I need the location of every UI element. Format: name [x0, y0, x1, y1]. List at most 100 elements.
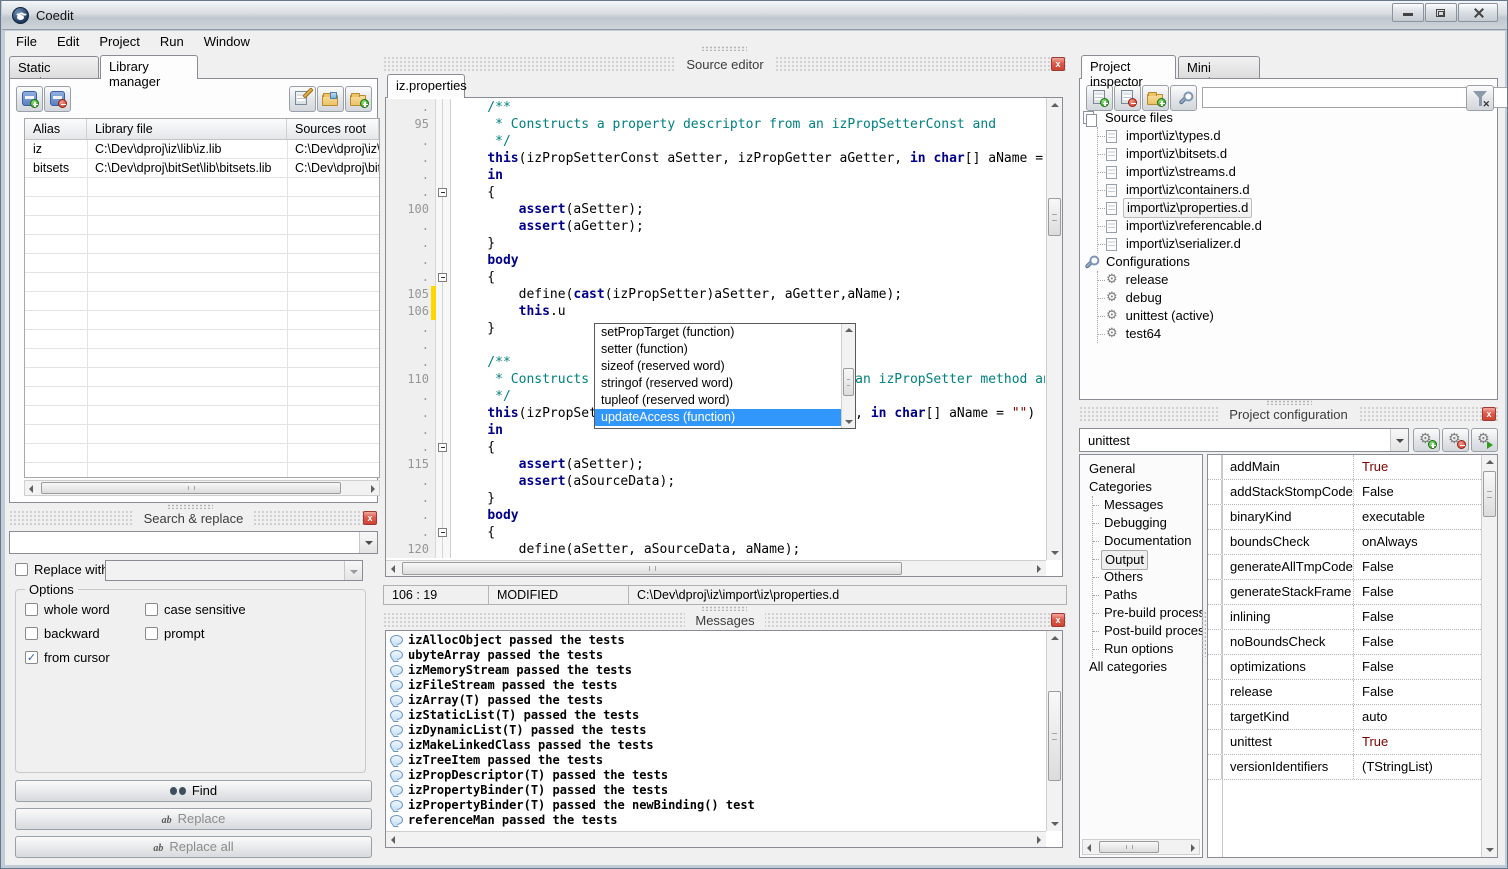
code-line[interactable]: 95 * Constructs a property descriptor fr… [386, 116, 1045, 133]
edit-library-button[interactable] [289, 86, 316, 112]
category-post-build[interactable]: Post-build process [1093, 622, 1202, 640]
code-line[interactable]: . assert(aSourceData); [386, 473, 1045, 490]
completion-item[interactable]: stringof (reserved word) [595, 375, 842, 392]
code-line[interactable]: . body [386, 507, 1045, 524]
tab-mini-explorer[interactable]: Mini explorer [1178, 56, 1260, 79]
list-item[interactable]: izPropDescriptor(T) passed the tests [386, 768, 1045, 783]
completion-item[interactable]: setter (function) [595, 341, 842, 358]
code-line[interactable]: . } [386, 235, 1045, 252]
category-others[interactable]: Others [1093, 568, 1202, 586]
messages-panel-close-button[interactable]: x [1051, 613, 1065, 627]
grid-row[interactable]: optimizationsFalse [1208, 655, 1481, 680]
category-run-options[interactable]: Run options [1093, 640, 1202, 658]
code-line[interactable]: . this(izPropSetterConst aSetter, izProp… [386, 150, 1045, 167]
menu-file[interactable]: File [7, 32, 46, 51]
editor-panel-grip[interactable] [701, 46, 747, 51]
categories-hscroll[interactable] [1082, 839, 1200, 855]
code-line[interactable]: . body [386, 252, 1045, 269]
close-button[interactable] [1458, 3, 1498, 22]
messages-vscroll[interactable] [1046, 631, 1062, 831]
grid-row[interactable]: inliningFalse [1208, 605, 1481, 630]
category-documentation[interactable]: Documentation [1093, 532, 1202, 550]
completion-scrollbar[interactable] [841, 324, 855, 428]
code-line[interactable]: 115 assert(aSetter); [386, 456, 1045, 473]
search-panel-header[interactable]: Search & replace [9, 510, 378, 527]
tab-library-manager[interactable]: Library manager [100, 55, 198, 79]
list-item[interactable]: izDynamicList(T) passed the tests [386, 723, 1045, 738]
table-row[interactable]: bitsets C:\Dev\dproj\bitSet\lib\bitsets.… [25, 159, 379, 178]
table-row[interactable]: iz C:\Dev\dproj\iz\lib\iz.lib C:\Dev\dpr… [25, 140, 379, 159]
list-item[interactable]: izTreeItem passed the tests [386, 753, 1045, 768]
completion-item[interactable]: setPropTarget (function) [595, 324, 842, 341]
list-item[interactable]: izPropertyBinder(T) passed the newBindin… [386, 798, 1045, 813]
config-panel-close-button[interactable]: x [1482, 407, 1496, 421]
category-all-categories[interactable]: All categories [1080, 658, 1202, 676]
whole-word-checkbox[interactable] [25, 603, 38, 616]
code-line[interactable]: 105 define(cast(izPropSetter)aSetter, aG… [386, 286, 1045, 303]
open-library-button[interactable] [317, 86, 344, 112]
code-line[interactable]: 120 define(aSetter, aSourceData, aName); [386, 541, 1045, 558]
code-line[interactable]: . */ [386, 133, 1045, 150]
completion-item-selected[interactable]: updateAccess (function) [595, 409, 842, 426]
category-output-selected[interactable]: Output [1093, 550, 1202, 568]
project-tools-button[interactable] [1170, 85, 1197, 111]
fold-collapse-icon[interactable] [438, 273, 447, 282]
tree-item-config[interactable]: ⚙release [1106, 271, 1491, 289]
inspector-filter-input[interactable] [1202, 87, 1508, 108]
configuration-selector[interactable]: unittest [1079, 428, 1409, 452]
menu-project[interactable]: Project [90, 32, 148, 51]
tree-item-config[interactable]: ⚙debug [1106, 289, 1491, 307]
list-item[interactable]: izStaticList(T) passed the tests [386, 708, 1045, 723]
grid-row[interactable]: targetKindauto [1208, 705, 1481, 730]
from-cursor-checkbox[interactable]: ✓ [25, 651, 38, 664]
code-line[interactable]: 106 this.u [386, 303, 1045, 320]
list-item[interactable]: izMemoryStream passed the tests [386, 663, 1045, 678]
tree-item-file[interactable]: import\iz\serializer.d [1106, 235, 1491, 253]
editor-panel-close-button[interactable]: x [1051, 57, 1065, 71]
menu-edit[interactable]: Edit [48, 32, 88, 51]
code-line[interactable]: 100 assert(aSetter); [386, 201, 1045, 218]
list-item[interactable]: referenceMan passed the tests [386, 813, 1045, 828]
config-split-grip[interactable] [1201, 611, 1206, 657]
tab-static-explorer[interactable]: Static explorer [9, 56, 99, 79]
category-paths[interactable]: Paths [1093, 586, 1202, 604]
category-debugging[interactable]: Debugging [1093, 514, 1202, 532]
list-item[interactable]: izFileStream passed the tests [386, 678, 1045, 693]
fold-collapse-icon[interactable] [438, 528, 447, 537]
editor-vscroll[interactable] [1046, 98, 1062, 560]
fold-collapse-icon[interactable] [438, 188, 447, 197]
code-line[interactable]: . { [386, 524, 1045, 541]
add-source-folder-button[interactable] [1142, 85, 1169, 111]
case-sensitive-checkbox[interactable] [145, 603, 158, 616]
tree-item-file[interactable]: import\iz\types.d [1106, 127, 1491, 145]
search-input[interactable] [9, 531, 378, 554]
tree-item-file[interactable]: import\iz\containers.d [1106, 181, 1491, 199]
category-categories[interactable]: Categories [1080, 478, 1202, 496]
code-line[interactable]: . { [386, 439, 1045, 456]
grid-row[interactable]: binaryKindexecutable [1208, 505, 1481, 530]
tree-item-file-selected[interactable]: import\iz\properties.d [1106, 199, 1491, 217]
col-sources-root[interactable]: Sources root [287, 119, 379, 139]
list-item[interactable]: ubyteArray passed the tests [386, 648, 1045, 663]
grid-row[interactable]: boundsCheckonAlways [1208, 530, 1481, 555]
messages-panel-grip[interactable] [701, 606, 747, 611]
list-item[interactable]: izMakeLinkedClass passed the tests [386, 738, 1045, 753]
tab-project-inspector[interactable]: Project inspector [1081, 55, 1176, 79]
minimize-button[interactable] [1392, 3, 1424, 22]
tree-item-file[interactable]: import\iz\streams.d [1106, 163, 1491, 181]
grid-row[interactable]: generateStackFrameFalse [1208, 580, 1481, 605]
replace-input[interactable] [105, 560, 363, 581]
tree-item-file[interactable]: import\iz\bitsets.d [1106, 145, 1491, 163]
code-line[interactable]: . /** [386, 99, 1045, 116]
tree-item-config-active[interactable]: ⚙unittest (active) [1106, 307, 1491, 325]
grid-row[interactable]: releaseFalse [1208, 680, 1481, 705]
category-messages[interactable]: Messages [1093, 496, 1202, 514]
category-pre-build[interactable]: Pre-build process [1093, 604, 1202, 622]
col-alias[interactable]: Alias [25, 119, 87, 139]
grid-row[interactable]: noBoundsCheckFalse [1208, 630, 1481, 655]
category-general[interactable]: General [1080, 460, 1202, 478]
tree-item-file[interactable]: import\iz\referencable.d [1106, 217, 1491, 235]
list-item[interactable]: izAllocObject passed the tests [386, 633, 1045, 648]
library-table-hscroll[interactable] [24, 480, 380, 496]
code-line[interactable]: . } [386, 490, 1045, 507]
